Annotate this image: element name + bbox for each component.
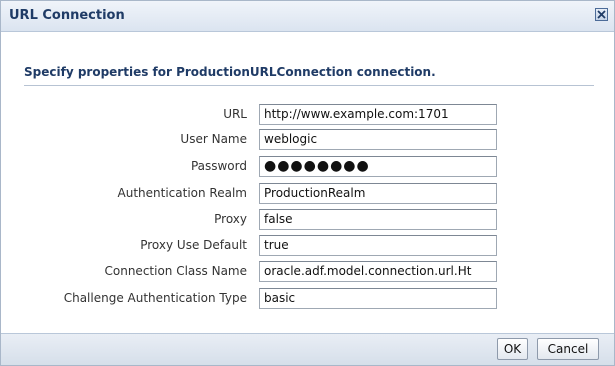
form-row-challenge-authentication-type: Challenge Authentication Type basic — [1, 288, 615, 310]
form-row-proxy-use-default: Proxy Use Default true — [1, 235, 615, 257]
authentication-realm-field[interactable]: ProductionRealm — [259, 183, 497, 204]
heading-divider — [24, 85, 594, 86]
form-row-user-name: User Name weblogic — [1, 129, 615, 151]
url-label: URL — [223, 107, 247, 121]
dialog-titlebar[interactable]: URL Connection — [1, 1, 614, 32]
section-heading: Specify properties for ProductionURLConn… — [24, 65, 436, 79]
proxy-use-default-label: Proxy Use Default — [140, 238, 247, 252]
form-row-connection-class-name: Connection Class Name oracle.adf.model.c… — [1, 261, 615, 283]
connection-class-name-label: Connection Class Name — [104, 264, 248, 278]
proxy-field[interactable]: false — [259, 209, 497, 230]
url-field[interactable]: http://www.example.com:1701 — [259, 104, 497, 125]
dialog-footer: OK Cancel — [1, 333, 614, 365]
connection-class-name-field[interactable]: oracle.adf.model.connection.url.Ht — [259, 261, 497, 282]
password-label: Password — [190, 159, 247, 173]
challenge-authentication-type-field[interactable]: basic — [259, 288, 497, 309]
user-name-label: User Name — [180, 132, 247, 146]
form-row-url: URL http://www.example.com:1701 — [1, 104, 615, 126]
proxy-label: Proxy — [214, 212, 247, 226]
challenge-authentication-type-label: Challenge Authentication Type — [63, 291, 247, 305]
url-connection-dialog: URL Connection Specify properties for Pr… — [0, 0, 615, 366]
cancel-button[interactable]: Cancel — [537, 338, 599, 360]
form-row-proxy: Proxy false — [1, 209, 615, 231]
authentication-realm-label: Authentication Realm — [117, 186, 247, 200]
dialog-title: URL Connection — [9, 8, 125, 23]
form-row-authentication-realm: Authentication Realm ProductionRealm — [1, 183, 615, 205]
proxy-use-default-field[interactable]: true — [259, 235, 497, 256]
close-icon[interactable] — [595, 8, 608, 21]
password-field[interactable]: ●●●●●●●● — [259, 156, 497, 177]
user-name-field[interactable]: weblogic — [259, 129, 497, 150]
ok-button[interactable]: OK — [497, 338, 528, 360]
form-row-password: Password ●●●●●●●● — [1, 156, 615, 178]
